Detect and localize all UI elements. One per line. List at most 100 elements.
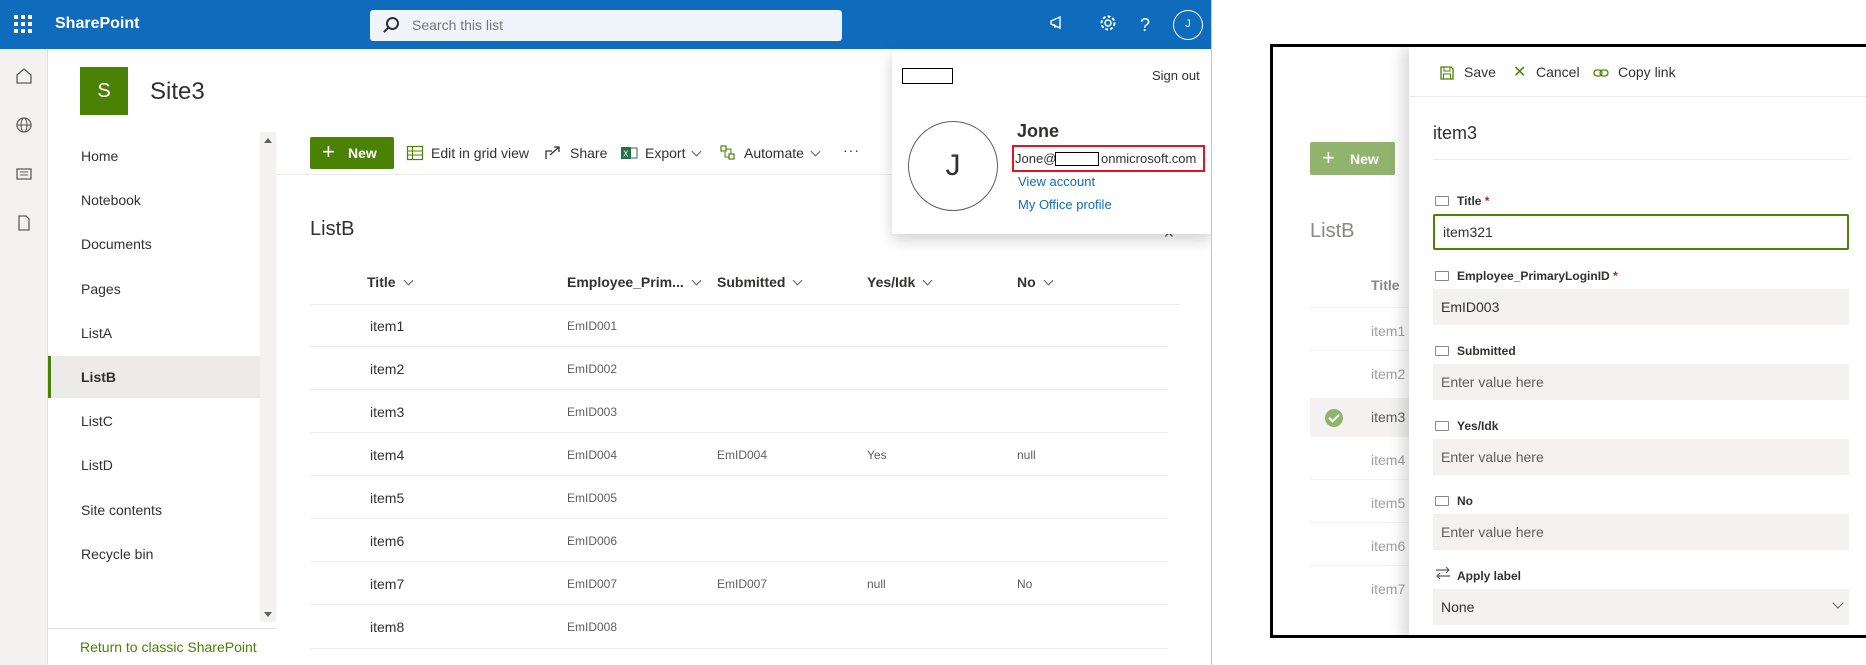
scroll-up-icon[interactable] xyxy=(264,138,272,143)
apply-label-label: Apply label xyxy=(1457,569,1522,583)
share-button[interactable]: Share xyxy=(570,145,607,161)
automate-button[interactable]: Automate xyxy=(744,145,821,161)
redacted-email-domain xyxy=(1055,152,1099,166)
edit-in-grid-view-button[interactable]: Edit in grid view xyxy=(431,145,529,161)
background-list-title: ListB xyxy=(1310,220,1355,242)
nav-item-pages[interactable]: Pages xyxy=(48,268,260,310)
nav-item-listd[interactable]: ListD xyxy=(48,444,260,486)
document-icon[interactable] xyxy=(14,213,34,233)
nav-scrollbar[interactable] xyxy=(260,132,276,622)
link-icon xyxy=(1593,69,1609,77)
app-rail xyxy=(0,49,48,665)
suite-bar: SharePoint ? J xyxy=(0,0,1211,49)
employee-input[interactable] xyxy=(1433,289,1849,325)
text-field-icon xyxy=(1435,271,1449,281)
globe-icon[interactable] xyxy=(14,115,34,135)
sign-out-link[interactable]: Sign out xyxy=(1152,68,1200,83)
submitted-input[interactable] xyxy=(1433,364,1849,400)
list-title: ListB xyxy=(310,218,355,240)
gear-icon[interactable] xyxy=(1096,13,1120,37)
background-row: item6 xyxy=(1371,538,1406,554)
svg-text:X: X xyxy=(623,150,629,159)
home-icon[interactable] xyxy=(14,66,34,86)
title-label: Title * xyxy=(1457,194,1490,208)
switch-arrows-icon xyxy=(1436,566,1450,580)
yes-idk-label: Yes/Idk xyxy=(1457,419,1499,433)
column-header-no[interactable]: No xyxy=(1017,274,1054,290)
search-input[interactable] xyxy=(412,15,812,35)
column-header-employee[interactable]: Employee_Prim... xyxy=(567,274,702,290)
megaphone-icon[interactable] xyxy=(1046,13,1070,37)
background-row: item4 xyxy=(1371,452,1406,468)
automate-icon xyxy=(720,145,735,160)
text-field-icon xyxy=(1435,196,1449,206)
background-row: item1 xyxy=(1371,323,1406,339)
help-icon[interactable]: ? xyxy=(1133,13,1157,37)
apply-label-dropdown[interactable]: None xyxy=(1433,589,1849,625)
background-new-button: + New xyxy=(1310,142,1395,175)
brand-link[interactable]: SharePoint xyxy=(55,15,139,33)
account-name: Jone xyxy=(1017,121,1060,141)
background-column-header: Title xyxy=(1371,277,1400,293)
item-divider xyxy=(1433,159,1849,160)
nav-item-home[interactable]: Home xyxy=(48,135,260,177)
nav-item-documents[interactable]: Documents xyxy=(48,223,260,265)
column-header-submitted[interactable]: Submitted xyxy=(717,274,803,290)
nav-divider xyxy=(48,628,276,629)
redacted-org-logo xyxy=(902,68,953,84)
return-to-classic-link[interactable]: Return to classic SharePoint xyxy=(80,639,257,655)
view-account-link[interactable]: View account xyxy=(1018,174,1095,189)
email-prefix: Jone@ xyxy=(1015,151,1057,166)
submitted-label: Submitted xyxy=(1457,344,1516,358)
column-header-title[interactable]: Title xyxy=(367,274,413,290)
panel-command-bar: Save ✕ Cancel Copy link xyxy=(1409,47,1866,97)
news-icon[interactable] xyxy=(14,164,34,184)
column-header-yes-idk[interactable]: Yes/Idk xyxy=(867,274,933,290)
nav-item-listb[interactable]: ListB xyxy=(48,356,260,398)
save-icon xyxy=(1440,66,1454,80)
export-button[interactable]: Export xyxy=(645,145,702,161)
edit-item-panel: Save ✕ Cancel Copy link item3 Title * Em… xyxy=(1409,47,1866,635)
chevron-down-icon xyxy=(793,275,803,286)
chevron-down-icon xyxy=(692,146,702,157)
account-avatar: J xyxy=(908,121,998,211)
site-logo[interactable]: S xyxy=(80,67,128,115)
background-row: item2 xyxy=(1371,366,1406,382)
sharepoint-list-window: SharePoint ? J S Site3 Home Notebook Doc… xyxy=(0,0,1212,665)
nav-item-recycle-bin[interactable]: Recycle bin xyxy=(48,533,260,575)
yes-idk-input[interactable] xyxy=(1433,439,1849,475)
search-icon xyxy=(386,17,399,30)
app-launcher-icon[interactable] xyxy=(14,15,32,33)
background-row: item3 xyxy=(1371,409,1406,425)
cancel-icon: ✕ xyxy=(1513,64,1527,81)
title-input[interactable] xyxy=(1433,214,1849,250)
search-box[interactable] xyxy=(370,10,842,41)
item-title: item3 xyxy=(1433,123,1478,143)
site-title[interactable]: Site3 xyxy=(150,78,205,106)
nav-item-listc[interactable]: ListC xyxy=(48,400,260,442)
excel-icon: X xyxy=(621,147,638,159)
nav-item-site-contents[interactable]: Site contents xyxy=(48,489,260,531)
office-profile-link[interactable]: My Office profile xyxy=(1018,197,1112,212)
save-button[interactable]: Save xyxy=(1464,64,1496,80)
text-field-icon xyxy=(1435,346,1449,356)
new-button[interactable]: + New xyxy=(310,137,394,169)
chevron-down-icon xyxy=(1043,275,1054,286)
nav-item-notebook[interactable]: Notebook xyxy=(48,179,260,221)
nav-item-lista[interactable]: ListA xyxy=(48,312,260,354)
background-row: item5 xyxy=(1371,495,1406,511)
plus-icon: + xyxy=(1322,145,1335,170)
no-input[interactable] xyxy=(1433,514,1849,550)
share-icon xyxy=(545,146,560,159)
header-divider xyxy=(310,304,1180,305)
email-suffix: onmicrosoft.com xyxy=(1101,151,1197,166)
cancel-button[interactable]: Cancel xyxy=(1536,64,1580,80)
chevron-down-icon xyxy=(403,275,413,286)
copy-link-button[interactable]: Copy link xyxy=(1618,64,1676,80)
chevron-down-icon xyxy=(922,275,933,286)
scroll-down-icon[interactable] xyxy=(264,612,272,617)
more-actions-button[interactable]: ··· xyxy=(843,142,860,158)
text-field-icon xyxy=(1435,496,1449,506)
chevron-down-icon xyxy=(691,275,702,286)
account-avatar-button[interactable]: J xyxy=(1173,10,1203,40)
